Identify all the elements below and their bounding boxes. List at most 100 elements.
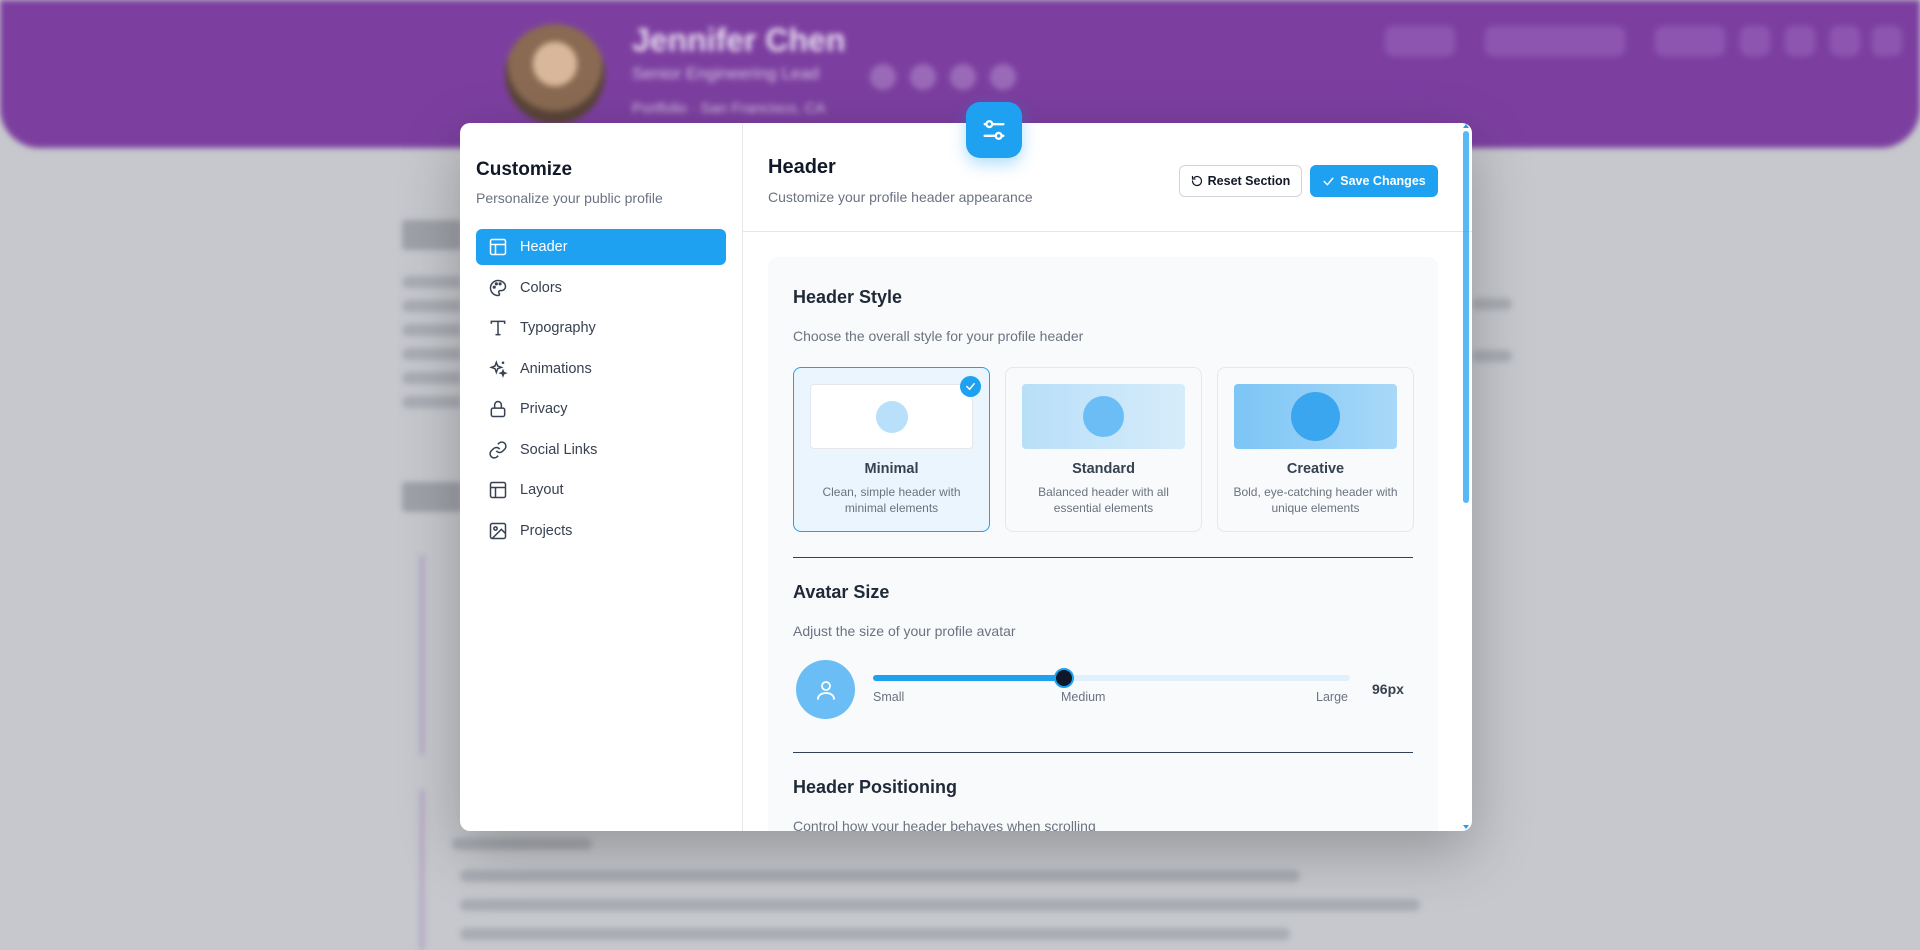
style-option-creative[interactable]: Creative Bold, eye-catching header with …: [1217, 367, 1414, 532]
section-divider: [793, 557, 1413, 558]
social-icon: [910, 64, 936, 90]
text-line: [460, 870, 1300, 882]
section-heading: [402, 482, 462, 512]
style-option-description: Bold, eye-catching header with unique el…: [1233, 485, 1398, 515]
settings-panel: Header Style Choose the overall style fo…: [768, 257, 1438, 831]
lock-icon: [490, 400, 506, 418]
rotate-ccw-icon: [1191, 175, 1202, 187]
profile-name: Jennifer Chen: [632, 22, 846, 58]
sidebar-item-animations[interactable]: Animations: [476, 351, 726, 387]
sidebar-nav: Header Colors Typography Animations Priv…: [476, 229, 726, 549]
style-option-standard[interactable]: Standard Balanced header with all essent…: [1005, 367, 1202, 532]
banner-button: [1485, 26, 1625, 56]
sidebar-item-colors[interactable]: Colors: [476, 270, 726, 306]
slider-fill: [873, 675, 1064, 681]
preview-avatar: [876, 401, 908, 433]
reset-section-button[interactable]: Reset Section: [1179, 165, 1302, 197]
sidebar-item-projects[interactable]: Projects: [476, 513, 726, 549]
banner-icon: [1872, 26, 1902, 56]
style-option-minimal[interactable]: Minimal Clean, simple header with minima…: [793, 367, 990, 532]
header-positioning-description: Control how your header behaves when scr…: [793, 818, 1096, 831]
text-line: [460, 899, 1420, 911]
link-icon: [489, 440, 507, 459]
slider-mid-label: Medium: [1061, 690, 1106, 704]
slider-max-label: Large: [1316, 690, 1348, 704]
header-style-title: Header Style: [793, 287, 903, 307]
sidebar-item-typography[interactable]: Typography: [476, 310, 726, 346]
banner-button: [1385, 26, 1455, 56]
avatar-size-description: Adjust the size of your profile avatar: [793, 623, 1016, 639]
header-positioning-title: Header Positioning: [793, 777, 958, 797]
text-line: [402, 396, 462, 408]
layout-icon: [489, 481, 507, 499]
save-changes-button[interactable]: Save Changes: [1310, 165, 1438, 197]
banner-icon: [1785, 26, 1815, 56]
standard-preview: [1022, 384, 1185, 449]
save-changes-label: Save Changes: [1340, 174, 1426, 188]
style-option-name: Minimal: [864, 461, 919, 477]
sidebar-item-header[interactable]: Header: [476, 229, 726, 265]
slider-thumb[interactable]: [1053, 668, 1074, 688]
header-style-description: Choose the overall style for your profil…: [793, 328, 1084, 344]
customize-sidebar: Customize Personalize your public profil…: [460, 123, 743, 831]
text-line: [452, 838, 592, 850]
main-header: Header Customize your profile header app…: [743, 123, 1472, 232]
profile-avatar: [505, 24, 605, 124]
check-icon: [966, 383, 975, 391]
sidebar-item-label: Projects: [520, 522, 573, 539]
sidebar-item-label: Typography: [520, 320, 596, 336]
sidebar-item-label: Header: [520, 239, 568, 255]
customize-badge: [966, 102, 1022, 158]
banner-icon: [1830, 26, 1860, 56]
user-icon: [816, 680, 835, 700]
check-icon: [1323, 177, 1334, 186]
customize-main: Header Customize your profile header app…: [743, 123, 1472, 831]
settings-scroll-area[interactable]: Header Style Choose the overall style fo…: [743, 232, 1472, 831]
social-icon: [870, 64, 896, 90]
layout-icon: [489, 238, 507, 256]
social-icon: [990, 64, 1016, 90]
style-option-description: Clean, simple header with minimal elemen…: [822, 485, 961, 515]
text-line: [460, 928, 1290, 940]
timeline-line: [420, 555, 424, 755]
sliders-icon: [983, 120, 1005, 140]
banner-icon: [1740, 26, 1770, 56]
sidebar-item-label: Colors: [520, 279, 562, 296]
avatar-size-preview: [796, 660, 855, 719]
sparkles-icon: [489, 359, 508, 378]
sidebar-subtitle: Personalize your public profile: [476, 190, 663, 206]
image-icon: [489, 522, 507, 539]
timeline-line: [420, 790, 424, 950]
text-line: [402, 372, 462, 384]
sidebar-item-label: Privacy: [520, 401, 568, 417]
type-icon: [490, 320, 506, 336]
text-line: [1472, 350, 1512, 362]
customize-modal: Customize Personalize your public profil…: [460, 123, 1472, 831]
scroll-up-arrow[interactable]: [1463, 124, 1469, 128]
banner-button: [1655, 26, 1725, 56]
style-option-name: Creative: [1286, 461, 1345, 477]
avatar-size-value: 96px: [1372, 681, 1404, 697]
social-icon: [950, 64, 976, 90]
avatar-size-title: Avatar Size: [793, 582, 890, 602]
sidebar-item-social-links[interactable]: Social Links: [476, 432, 726, 468]
preview-avatar: [1083, 396, 1124, 437]
avatar-size-slider[interactable]: [873, 668, 1350, 688]
slider-min-label: Small: [873, 690, 905, 704]
sidebar-item-privacy[interactable]: Privacy: [476, 391, 726, 427]
text-line: [402, 276, 462, 288]
sidebar-title: Customize: [476, 159, 573, 180]
preview-avatar: [1291, 392, 1340, 441]
section-heading: [402, 220, 462, 250]
minimal-preview: [810, 384, 973, 449]
sidebar-item-label: Animations: [520, 360, 592, 377]
scrollbar-thumb[interactable]: [1463, 131, 1469, 503]
sidebar-item-label: Social Links: [520, 441, 598, 458]
palette-icon: [489, 279, 507, 296]
text-line: [402, 300, 462, 312]
section-divider: [793, 752, 1413, 753]
text-line: [402, 348, 462, 360]
sidebar-item-layout[interactable]: Layout: [476, 472, 726, 508]
scroll-down-arrow[interactable]: [1463, 825, 1469, 829]
selected-badge: [960, 376, 981, 397]
